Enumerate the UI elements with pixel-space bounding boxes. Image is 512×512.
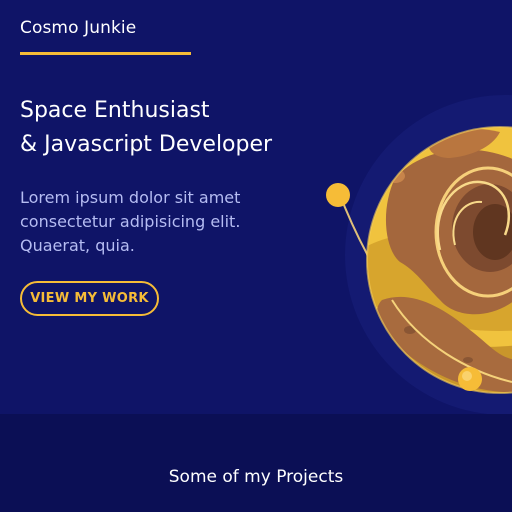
hero-headline: Space Enthusiast & Javascript Developer: [20, 94, 272, 162]
hero-headline-line1: Space Enthusiast: [20, 98, 210, 123]
hero-headline-line2: & Javascript Developer: [20, 132, 273, 157]
brand-logo[interactable]: Cosmo Junkie: [20, 18, 136, 38]
hero-intro: Lorem ipsum dolor sit amet consectetur a…: [20, 188, 241, 255]
hero-section: Cosmo Junkie Space Enthusiast & Javascri…: [0, 0, 512, 414]
brand-underline: [20, 52, 191, 55]
projects-section: [0, 414, 512, 512]
view-my-work-button[interactable]: VIEW MY WORK: [20, 281, 159, 316]
projects-title: Some of my Projects: [168, 467, 344, 487]
